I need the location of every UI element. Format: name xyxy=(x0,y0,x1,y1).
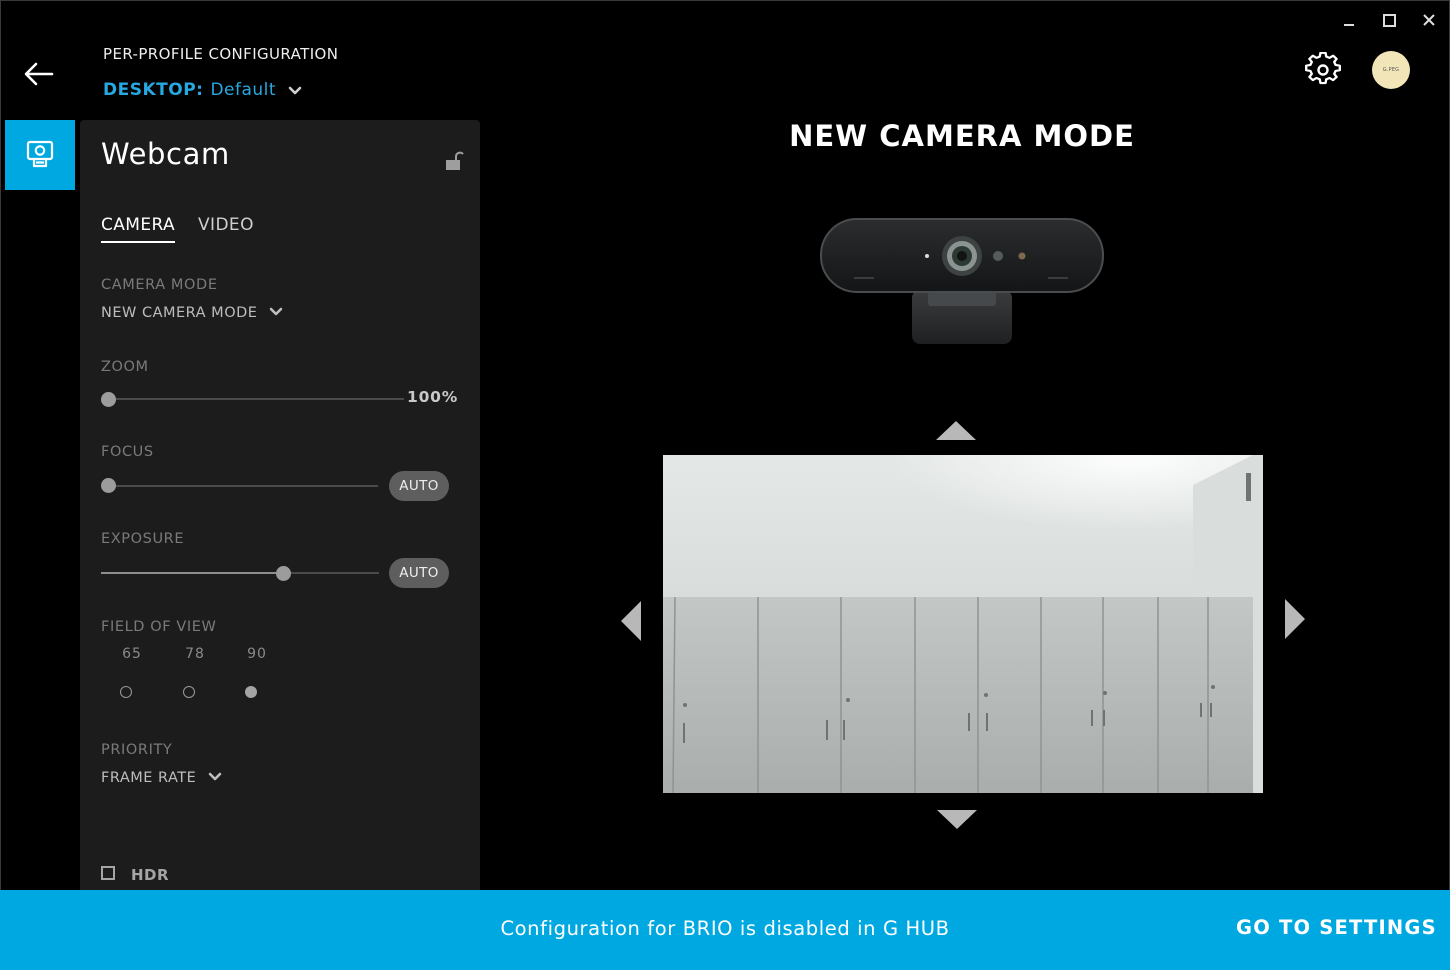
tab-camera[interactable]: CAMERA xyxy=(101,215,176,243)
focus-slider-track[interactable] xyxy=(108,485,378,487)
zoom-slider-track[interactable] xyxy=(108,398,404,400)
go-to-settings-button[interactable]: GO TO SETTINGS xyxy=(1236,916,1437,939)
priority-dropdown[interactable]: FRAME RATE xyxy=(101,770,222,786)
chevron-down-icon xyxy=(208,770,222,786)
zoom-value: 100% xyxy=(407,388,459,406)
exposure-slider-knob[interactable] xyxy=(276,566,291,581)
panel-title: Webcam xyxy=(101,137,230,171)
pan-right-arrow-icon[interactable] xyxy=(1285,599,1305,639)
exposure-slider-fill xyxy=(101,572,276,574)
profile-key: DESKTOP: xyxy=(103,80,204,100)
tab-video[interactable]: VIDEO xyxy=(198,215,254,235)
device-tab-webcam[interactable] xyxy=(5,120,75,190)
zoom-label: ZOOM xyxy=(101,359,149,375)
hdr-checkbox[interactable] xyxy=(101,866,115,880)
fov-radio-65[interactable] xyxy=(120,686,132,698)
focus-slider-knob[interactable] xyxy=(101,478,116,493)
exposure-label: EXPOSURE xyxy=(101,531,185,547)
profile-selector[interactable]: DESKTOP: Default xyxy=(103,79,302,101)
camera-preview xyxy=(663,455,1263,793)
priority-label: PRIORITY xyxy=(101,742,173,758)
chevron-down-icon xyxy=(288,81,302,101)
hdr-label: HDR xyxy=(131,866,170,884)
minimize-icon[interactable] xyxy=(1339,10,1359,30)
priority-value: FRAME RATE xyxy=(101,770,197,786)
settings-panel: Webcam CAMERA VIDEO CAMERA MODE NEW CAME… xyxy=(80,120,480,900)
camera-mode-value: NEW CAMERA MODE xyxy=(101,305,258,321)
camera-mode-label: CAMERA MODE xyxy=(101,277,218,293)
status-banner: Configuration for BRIO is disabled in G … xyxy=(0,890,1450,970)
fov-option-65-label: 65 xyxy=(122,646,142,662)
focus-label: FOCUS xyxy=(101,444,154,460)
fov-option-90-label: 90 xyxy=(247,646,267,662)
camera-mode-dropdown[interactable]: NEW CAMERA MODE xyxy=(101,305,283,321)
pan-left-arrow-icon[interactable] xyxy=(621,601,641,641)
settings-gear-icon[interactable] xyxy=(1305,51,1341,88)
back-arrow-icon[interactable] xyxy=(22,60,56,88)
pan-down-arrow-icon[interactable] xyxy=(937,810,977,829)
avatar-text: G.PEG xyxy=(1382,67,1400,73)
pan-up-arrow-icon[interactable] xyxy=(936,421,976,440)
profile-value: Default xyxy=(210,80,277,100)
webcam-illustration xyxy=(818,216,1108,348)
maximize-icon[interactable] xyxy=(1379,10,1399,30)
webcam-icon xyxy=(26,140,54,168)
close-icon[interactable] xyxy=(1419,10,1439,30)
zoom-slider-knob[interactable] xyxy=(101,392,116,407)
unlock-icon[interactable] xyxy=(444,150,464,172)
fov-option-78-label: 78 xyxy=(185,646,205,662)
avatar[interactable]: G.PEG xyxy=(1372,51,1410,89)
camera-mode-title: NEW CAMERA MODE xyxy=(789,119,1135,153)
fov-radio-78[interactable] xyxy=(183,686,195,698)
chevron-down-icon xyxy=(269,305,283,321)
exposure-auto-button[interactable]: AUTO xyxy=(389,558,449,588)
focus-auto-button[interactable]: AUTO xyxy=(389,471,449,501)
fov-radio-90[interactable] xyxy=(245,686,257,698)
banner-message: Configuration for BRIO is disabled in G … xyxy=(500,917,950,940)
page-subtitle: PER-PROFILE CONFIGURATION xyxy=(103,45,339,63)
fov-label: FIELD OF VIEW xyxy=(101,619,217,635)
